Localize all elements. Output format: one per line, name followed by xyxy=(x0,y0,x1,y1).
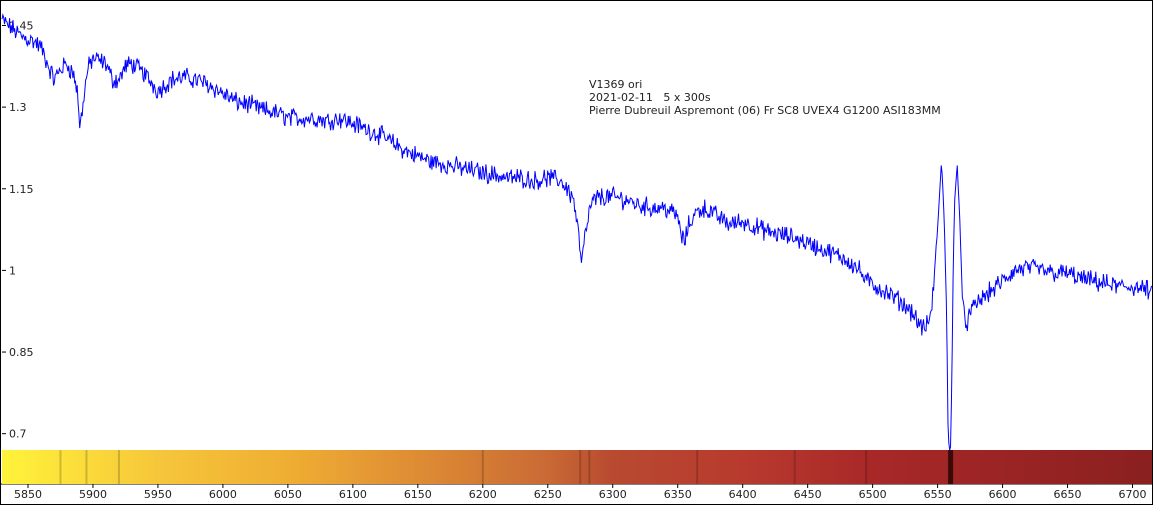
y-tick-label: 1.15 xyxy=(9,183,34,196)
x-tick-label: 6400 xyxy=(729,488,757,501)
x-tick-label: 6250 xyxy=(534,488,562,501)
x-tick-label: 6650 xyxy=(1054,488,1082,501)
spectrum-chart: 0.7 0.85 1 1.15 1.3 1.45 5850 5900 5950 6000 6050… xyxy=(0,0,1153,505)
y-tick-label: 1.3 xyxy=(9,101,27,114)
absorption-band xyxy=(948,450,954,484)
absorption-band xyxy=(579,450,582,484)
x-tick-label: 6000 xyxy=(209,488,237,501)
annotation-block: V1369 ori 2021-02-11 5 x 300s Pierre Dub… xyxy=(589,78,941,117)
absorption-band xyxy=(588,450,591,484)
y-axis: 0.70.8511.151.31.45 xyxy=(2,19,34,441)
annotation-observer-equipment: Pierre Dubreuil Aspremont (06) Fr SC8 UV… xyxy=(589,104,941,117)
spectrum-plot: 0.70.8511.151.31.45 5850 5900 5950 6000 6050… xyxy=(1,13,1153,501)
absorption-band xyxy=(865,450,868,484)
x-tick-label: 6450 xyxy=(794,488,822,501)
x-axis: 5850 5900 5950 6000 6050 6100 6150 6200 6250 6300… xyxy=(1,483,1153,501)
x-tick-label: 6500 xyxy=(859,488,887,501)
absorption-band xyxy=(85,450,88,484)
spectrum-line xyxy=(1,13,1153,451)
x-tick-label: 5900 xyxy=(79,488,107,501)
x-tick-label: 6100 xyxy=(339,488,367,501)
absorption-band xyxy=(117,450,120,484)
x-tick-label: 6700 xyxy=(1119,488,1147,501)
x-tick-label: 5950 xyxy=(144,488,172,501)
color-bar-gradient xyxy=(2,450,1152,484)
absorption-band xyxy=(481,450,484,484)
x-tick-label: 6550 xyxy=(924,488,952,501)
x-tick-label: 5850 xyxy=(14,488,42,501)
absorption-band xyxy=(59,450,62,484)
spectrum-color-bar xyxy=(2,450,1152,484)
x-tick-label: 6600 xyxy=(989,488,1017,501)
annotation-object: V1369 ori xyxy=(589,78,643,91)
x-tick-label: 6150 xyxy=(404,488,432,501)
y-tick-label: 1 xyxy=(9,264,16,277)
x-tick-label: 6050 xyxy=(274,488,302,501)
absorption-band xyxy=(793,450,796,484)
y-tick-label: 0.7 xyxy=(9,428,27,441)
y-tick-label: 0.85 xyxy=(9,346,34,359)
absorption-band xyxy=(696,450,699,484)
x-tick-label: 6300 xyxy=(599,488,627,501)
x-tick-label: 6350 xyxy=(664,488,692,501)
annotation-date-exposure: 2021-02-11 5 x 300s xyxy=(589,91,711,104)
x-tick-label: 6200 xyxy=(469,488,497,501)
